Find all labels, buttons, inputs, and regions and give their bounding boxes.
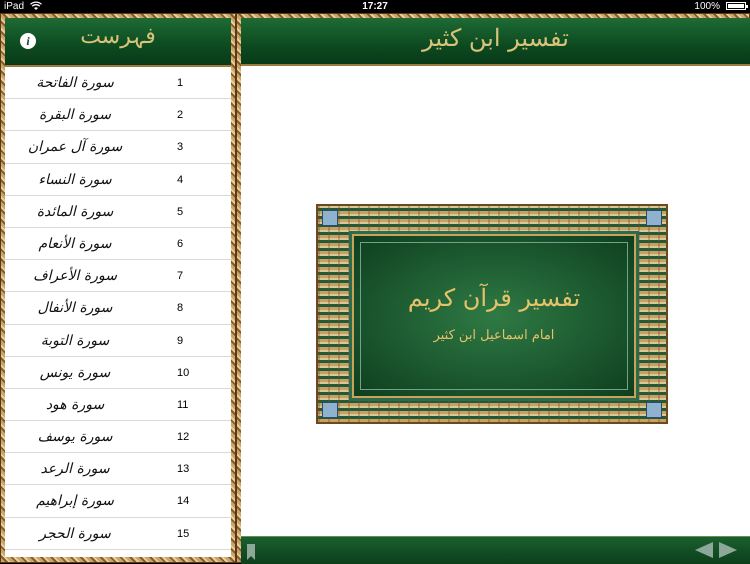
book-cover: تفسیر قرآن کریم امام اسماعیل ابن کثیر: [316, 204, 668, 424]
cover-panel: تفسیر قرآن کریم امام اسماعیل ابن کثیر: [349, 231, 639, 401]
corner-ornament-icon: [322, 210, 338, 226]
surah-number: 9: [177, 334, 184, 347]
battery-icon: [726, 2, 748, 10]
arrow-right-icon[interactable]: [719, 542, 737, 558]
list-item[interactable]: سورة التوبة 9: [5, 325, 231, 357]
list-item[interactable]: سورة آل عمران 3: [5, 131, 231, 164]
surah-name: سورة التوبة: [40, 332, 110, 349]
list-item[interactable]: سورة الحجر 15: [5, 518, 231, 550]
surah-number: 6: [177, 237, 184, 250]
sidebar-title: فہرست: [80, 24, 156, 49]
list-item[interactable]: سورة الفاتحة 1: [5, 67, 231, 100]
surah-name: سورة الفاتحة: [36, 75, 114, 91]
corner-ornament-icon: [322, 402, 338, 418]
surah-number: 10: [177, 366, 190, 379]
surah-name: سورة يونس: [39, 364, 111, 381]
surah-name: سورة الأعراف: [33, 268, 117, 285]
surah-name: سورة المائدة: [36, 203, 114, 220]
cover-title: تفسیر قرآن کریم: [407, 284, 581, 312]
surah-name: سورة الحجر: [39, 525, 111, 542]
cover-subtitle: امام اسماعیل ابن کثیر: [433, 328, 555, 343]
surah-number: 14: [177, 495, 190, 508]
surah-name: سورة الأنعام: [38, 235, 112, 252]
battery-percent: 100%: [694, 1, 720, 12]
list-item[interactable]: سورة المائدة 5: [5, 196, 231, 228]
corner-ornament-icon: [646, 210, 662, 226]
surah-number: 8: [177, 302, 184, 315]
surah-name: سورة الرعد: [40, 461, 110, 478]
main-content: تفسیر قرآن کریم امام اسماعیل ابن کثیر: [241, 66, 750, 536]
surah-number: 5: [177, 205, 184, 218]
surah-number: 15: [177, 527, 190, 540]
bottom-toolbar: [241, 536, 750, 564]
surah-list[interactable]: سورة الفاتحة 1 سورة البقرة 2 سورة آل عمر…: [5, 67, 231, 557]
list-item[interactable]: سورة هود 11: [5, 389, 231, 422]
bookmark-icon[interactable]: [247, 544, 255, 560]
surah-number: 3: [177, 141, 184, 154]
list-item[interactable]: سورة الأنعام 6: [5, 228, 231, 261]
page-title: تفسیر ابن کثیر: [422, 24, 569, 52]
list-item[interactable]: سورة الأعراف 7: [5, 260, 231, 293]
surah-name: سورة النساء: [38, 171, 112, 188]
surah-number: 1: [177, 77, 184, 89]
surah-number: 2: [177, 109, 184, 122]
surah-number: 13: [177, 463, 190, 476]
surah-name: سورة البقرة: [38, 107, 112, 124]
surah-name: سورة هود: [45, 396, 105, 413]
arrow-left-icon[interactable]: [695, 542, 713, 558]
clock: 17:27: [362, 1, 388, 12]
list-item[interactable]: سورة يونس 10: [5, 357, 231, 389]
surah-number: 12: [177, 431, 190, 444]
list-item[interactable]: سورة الرعد 13: [5, 453, 231, 486]
surah-number: 4: [177, 173, 184, 186]
sidebar-header: i فہرست: [5, 18, 231, 67]
surah-name: سورة يوسف: [37, 429, 113, 446]
list-item[interactable]: سورة النساء 4: [5, 164, 231, 196]
surah-name: سورة إبراهيم: [36, 493, 114, 510]
list-item[interactable]: سورة البقرة 2: [5, 99, 231, 132]
corner-ornament-icon: [646, 402, 662, 418]
surah-name: سورة آل عمران: [27, 139, 123, 156]
list-item[interactable]: سورة يوسف 12: [5, 421, 231, 454]
surah-name: سورة الأنفال: [37, 300, 113, 317]
surah-number: 7: [177, 270, 184, 283]
main-header: تفسیر ابن کثیر: [241, 18, 750, 66]
surah-number: 11: [177, 398, 189, 411]
status-bar: iPad 17:27 100%: [0, 0, 750, 13]
list-item[interactable]: سورة الأنفال 8: [5, 292, 231, 325]
list-item[interactable]: سورة إبراهيم 14: [5, 485, 231, 518]
